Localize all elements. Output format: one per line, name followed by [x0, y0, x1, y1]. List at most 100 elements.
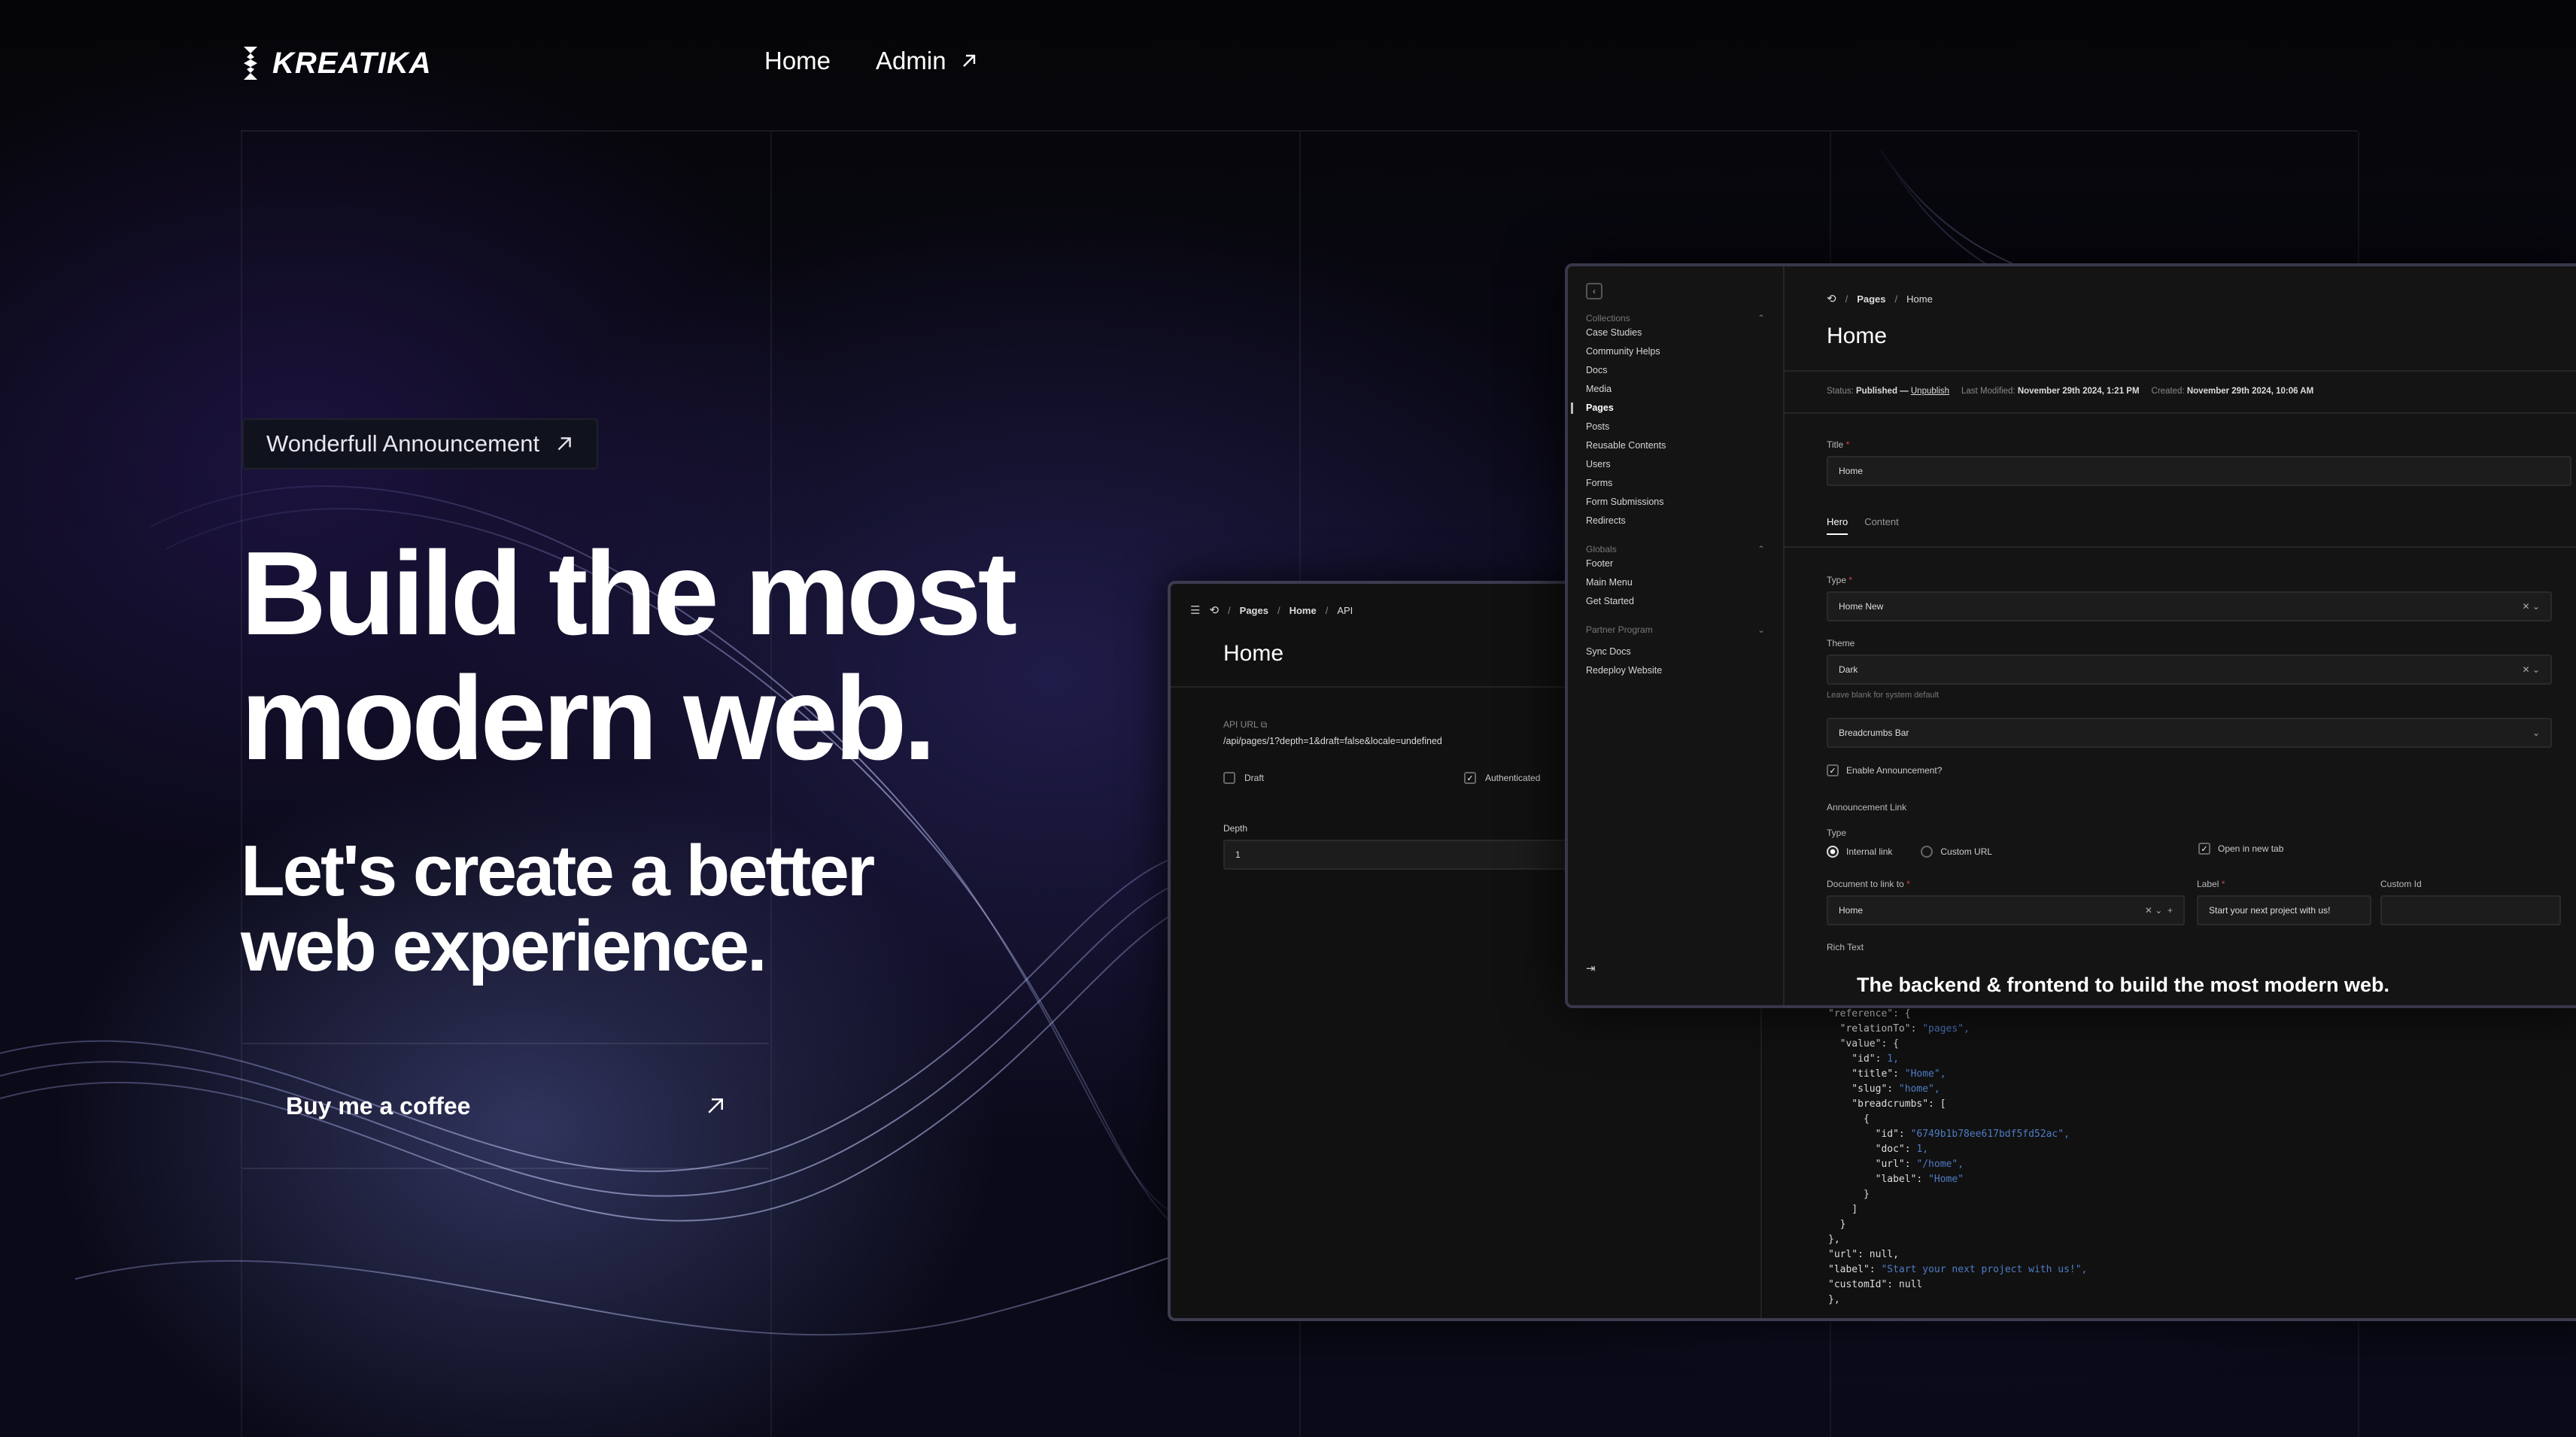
json-line: "id": 1,: [1828, 1053, 1899, 1065]
sidebar-group-partner[interactable]: Partner Program ⌄: [1586, 624, 1765, 635]
cta-label: Buy me a coffee: [286, 1092, 471, 1120]
theme-select[interactable]: Dark ✕ ⌄: [1827, 655, 2552, 685]
json-line: "doc": 1,: [1828, 1144, 1929, 1155]
arrow-up-right-icon: [557, 437, 571, 451]
sidebar-item-sync-docs[interactable]: Sync Docs: [1586, 643, 1765, 661]
breadcrumb-pages[interactable]: Pages: [1240, 605, 1268, 616]
authenticated-checkbox-row[interactable]: ✓ Authenticated: [1464, 772, 1540, 784]
custom-id-input[interactable]: [2380, 895, 2561, 925]
rich-text-label: Rich Text: [1827, 942, 1864, 952]
sidebar-item-case-studies[interactable]: Case Studies: [1586, 324, 1765, 342]
admin-sidebar: ‹ Collections ⌃ Case Studies Community Hel…: [1568, 266, 1785, 1005]
depth-input[interactable]: 1: [1223, 840, 1569, 870]
hero-title-line: modern web.: [241, 652, 936, 785]
open-new-tab-checkbox[interactable]: ✓: [2198, 843, 2210, 855]
json-line: "slug": "home",: [1828, 1083, 1940, 1095]
link-type-label: Type: [1827, 828, 1847, 838]
sidebar-item-redeploy-website[interactable]: Redeploy Website: [1586, 661, 1765, 680]
sidebar-item-redirects[interactable]: Redirects: [1586, 512, 1765, 530]
nav-admin-link[interactable]: Admin: [876, 47, 978, 75]
payload-logo-icon[interactable]: ⟲: [1209, 603, 1219, 617]
json-line: }: [1828, 1189, 1870, 1200]
radio-internal-link[interactable]: [1827, 846, 1839, 858]
created-value: November 29th 2024, 10:06 AM: [2186, 387, 2314, 396]
api-url-value[interactable]: /api/pages/1?depth=1&draft=false&locale=…: [1223, 736, 1442, 746]
sidebar-item-form-submissions[interactable]: Form Submissions: [1586, 493, 1765, 512]
draft-checkbox-row[interactable]: Draft: [1223, 772, 1264, 784]
announcement-badge[interactable]: Wonderfull Announcement: [242, 418, 599, 469]
copy-icon[interactable]: ⧉: [1261, 719, 1268, 730]
radio-custom-url[interactable]: [1921, 846, 1934, 858]
sidebar-item-pages[interactable]: Pages: [1571, 399, 1765, 418]
nav-home-label: Home: [764, 47, 831, 74]
json-line: },: [1828, 1234, 1840, 1245]
label-input[interactable]: Start your next project with us!: [2197, 895, 2371, 925]
type-select[interactable]: Home New ✕ ⌄: [1827, 591, 2552, 621]
breadcrumb: ⟲ / Pages / Home: [1827, 292, 1933, 305]
link-type-radios: Internal link Custom URL: [1827, 846, 1992, 858]
arrow-up-right-icon: [708, 1098, 723, 1113]
nav-home-link[interactable]: Home: [764, 47, 831, 75]
clear-chevron-icon[interactable]: ✕ ⌄: [2523, 664, 2540, 675]
buy-coffee-button[interactable]: Buy me a coffee: [242, 1043, 769, 1169]
collapse-sidebar-button[interactable]: ‹: [1586, 283, 1602, 299]
enable-announcement-checkbox[interactable]: ✓: [1827, 764, 1839, 776]
clear-chevron-icon[interactable]: ✕ ⌄: [2523, 601, 2540, 612]
json-line: "id": "6749b1b78ee617bdf5fd52ac",: [1828, 1129, 2070, 1140]
hero-subtitle-line: Let's create a better: [241, 831, 875, 911]
logout-icon[interactable]: ⇥: [1586, 962, 1596, 975]
doc-label: Document to link to *: [1827, 879, 1910, 889]
sidebar-item-forms[interactable]: Forms: [1586, 474, 1765, 493]
logo-mark-icon: [244, 47, 257, 80]
breadcrumbs-value: Breadcrumbs Bar: [1839, 728, 1909, 738]
draft-checkbox[interactable]: [1223, 772, 1235, 784]
sidebar-actions-list: Sync Docs Redeploy Website: [1586, 643, 1765, 680]
json-line: },: [1828, 1294, 1840, 1305]
sidebar-item-posts[interactable]: Posts: [1586, 418, 1765, 436]
sidebar-item-footer[interactable]: Footer: [1586, 554, 1765, 573]
divider: [1785, 546, 2576, 548]
json-line: "reference": {: [1828, 1008, 1911, 1019]
unpublish-link[interactable]: Unpublish: [1911, 387, 1949, 396]
tab-content[interactable]: Content: [1864, 516, 1899, 535]
header-divider: [241, 130, 2358, 132]
sidebar-group-globals[interactable]: Globals ⌃: [1586, 544, 1765, 554]
title-value: Home: [1839, 466, 1864, 476]
payload-logo-icon[interactable]: ⟲: [1827, 292, 1836, 305]
sidebar-item-get-started[interactable]: Get Started: [1586, 592, 1765, 611]
sidebar-item-media[interactable]: Media: [1586, 380, 1765, 399]
brand-name: KREATIKA: [272, 46, 432, 80]
tab-hero[interactable]: Hero: [1827, 516, 1848, 535]
title-input[interactable]: Home: [1827, 456, 2571, 486]
breadcrumb-home[interactable]: Home: [1290, 605, 1317, 616]
depth-value: 1: [1235, 849, 1241, 860]
hero-title-line: Build the most: [241, 527, 1017, 660]
breadcrumb-api: API: [1337, 604, 1353, 616]
menu-icon[interactable]: ☰: [1190, 603, 1200, 617]
sidebar-item-main-menu[interactable]: Main Menu: [1586, 573, 1765, 592]
breadcrumb-pages[interactable]: Pages: [1857, 293, 1885, 305]
breadcrumbs-select[interactable]: Breadcrumbs Bar ⌄: [1827, 718, 2552, 748]
status-value: Published —: [1856, 387, 1909, 396]
clear-chevron-icon[interactable]: ✕ ⌄ +: [2145, 905, 2173, 916]
modified-value: November 29th 2024, 1:21 PM: [2017, 387, 2140, 396]
label-label: Label *: [2197, 879, 2225, 889]
authenticated-checkbox[interactable]: ✓: [1464, 772, 1476, 784]
chevron-down-icon: ⌄: [2532, 728, 2540, 738]
open-new-tab-row[interactable]: ✓ Open in new tab: [2198, 843, 2283, 855]
sidebar-item-users[interactable]: Users: [1586, 455, 1765, 474]
divider: [1785, 370, 2576, 372]
sidebar-item-community-helps[interactable]: Community Helps: [1586, 342, 1765, 361]
custom-id-label: Custom Id: [2380, 879, 2422, 889]
document-select[interactable]: Home ✕ ⌄ +: [1827, 895, 2185, 925]
custom-url-label: Custom URL: [1940, 846, 1993, 857]
rich-text-editor[interactable]: The backend & frontend to build the most…: [1857, 974, 2389, 997]
enable-announcement-row[interactable]: ✓ Enable Announcement?: [1827, 764, 1942, 776]
page-title: Home: [1223, 641, 1284, 666]
sidebar-item-docs[interactable]: Docs: [1586, 361, 1765, 380]
sidebar-group-collections[interactable]: Collections ⌃: [1586, 313, 1765, 324]
sidebar-collections-list: Case Studies Community Helps Docs Media Page…: [1571, 324, 1765, 530]
divider: [1760, 1005, 1762, 1318]
sidebar-item-reusable-contents[interactable]: Reusable Contents: [1586, 436, 1765, 455]
brand-logo[interactable]: KREATIKA: [239, 44, 432, 83]
